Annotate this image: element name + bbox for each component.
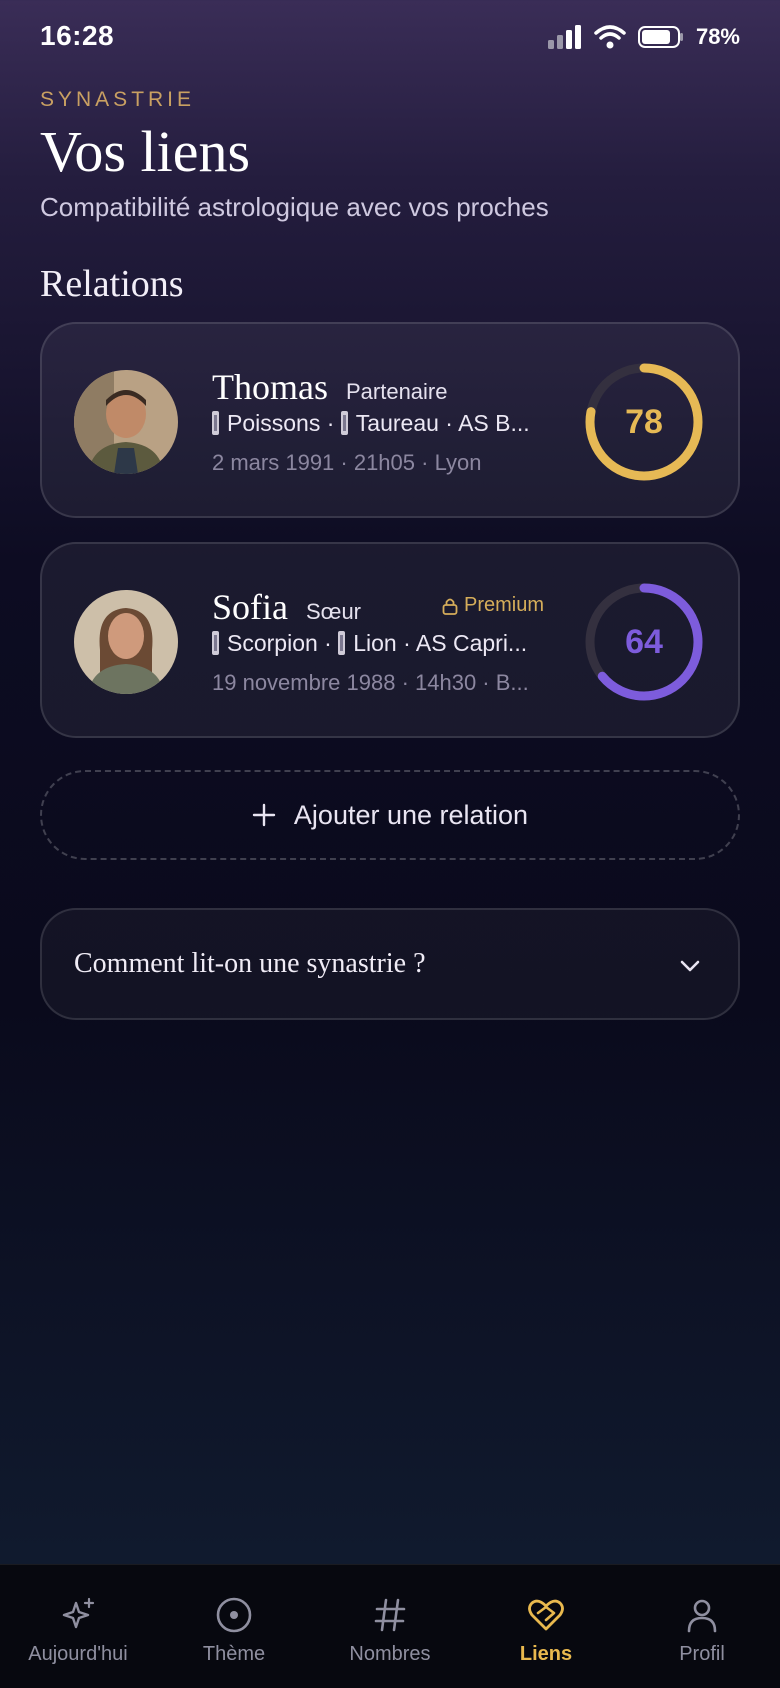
status-time: 16:28	[40, 20, 115, 51]
avatar-sofia	[74, 590, 178, 694]
premium-label: Premium	[464, 594, 545, 616]
tab-label: Liens	[519, 1643, 573, 1665]
chevron-down-icon	[680, 960, 700, 972]
name-row: Thomas Partenaire	[212, 366, 572, 408]
tab-label: Aujourd'hui	[28, 1643, 128, 1665]
signal-icon	[547, 25, 581, 49]
bottom-tab-bar: Aujourd'hui Thème Nombres Liens Profil	[0, 1564, 780, 1688]
moon-sign-icon	[338, 631, 346, 655]
person-name: Thomas	[212, 367, 328, 407]
compatibility-score: 64	[625, 623, 663, 661]
plus-icon	[252, 803, 276, 827]
synastry-faq-accordion[interactable]: Comment lit-on une synastrie ?	[40, 908, 740, 1020]
eyebrow-label: SYNASTRIE	[40, 88, 196, 111]
avatar-thomas	[74, 370, 178, 474]
signs-row: Scorpion · Lion · AS Capri...	[212, 630, 552, 657]
status-icons: 78%	[547, 24, 740, 50]
ascendant: AS B...	[458, 410, 530, 436]
moon-sign-icon	[340, 411, 348, 435]
ascendant: AS Capri...	[415, 630, 528, 656]
status-bar: 16:28 78%	[0, 0, 780, 74]
hash-icon	[374, 1598, 406, 1632]
sparkle-icon	[62, 1597, 95, 1629]
chart-wheel-icon	[216, 1597, 252, 1633]
tab-aujourdhui[interactable]: Aujourd'hui	[0, 1565, 156, 1688]
wifi-icon	[594, 25, 626, 49]
birth-details: 19 novembre 1988 · 14h30 · B...	[212, 670, 529, 695]
section-title-relations: Relations	[40, 263, 184, 305]
sun-sign-icon	[212, 411, 219, 435]
sun-sign-icon	[212, 631, 219, 655]
signs-row: Poissons · Taureau · AS B...	[212, 410, 552, 437]
sun-sign: Scorpion	[227, 630, 318, 656]
tab-label: Nombres	[349, 1643, 431, 1665]
compatibility-score-ring: 78	[582, 360, 706, 484]
compatibility-score-ring: 64	[582, 580, 706, 704]
battery-icon	[637, 26, 683, 48]
sun-sign: Poissons	[227, 410, 321, 436]
add-relation-label: Ajouter une relation	[293, 799, 529, 830]
premium-badge[interactable]: Premium	[442, 594, 544, 617]
person-name: Sofia	[212, 587, 288, 627]
relation-type: Sœur	[306, 599, 361, 624]
tab-profil[interactable]: Profil	[624, 1565, 780, 1688]
relation-type: Partenaire	[345, 379, 448, 404]
moon-sign: Taureau	[355, 410, 439, 436]
user-icon	[687, 1599, 717, 1633]
birth-details: 2 mars 1991 · 21h05 · Lyon	[212, 450, 482, 475]
tab-label: Profil	[679, 1643, 725, 1665]
page-subtitle: Compatibilité astrologique avec vos proc…	[40, 192, 549, 222]
battery-percentage: 78%	[695, 24, 740, 49]
relation-card-thomas[interactable]: Thomas Partenaire Poissons · Taureau · A…	[40, 322, 740, 518]
faq-question: Comment lit-on une synastrie ?	[74, 948, 426, 979]
tab-nombres[interactable]: Nombres	[312, 1565, 468, 1688]
lock-icon	[442, 598, 458, 615]
tab-label: Thème	[202, 1643, 266, 1665]
add-relation-button[interactable]: Ajouter une relation	[40, 770, 740, 860]
compatibility-score: 78	[625, 403, 663, 441]
tab-liens[interactable]: Liens	[468, 1565, 624, 1688]
relation-card-sofia[interactable]: Sofia Sœur Premium Scorpion · Lion · AS …	[40, 542, 740, 738]
page-title: Vos liens	[40, 119, 251, 184]
tab-theme[interactable]: Thème	[156, 1565, 312, 1688]
heart-link-icon	[528, 1599, 564, 1631]
moon-sign: Lion	[353, 630, 397, 656]
